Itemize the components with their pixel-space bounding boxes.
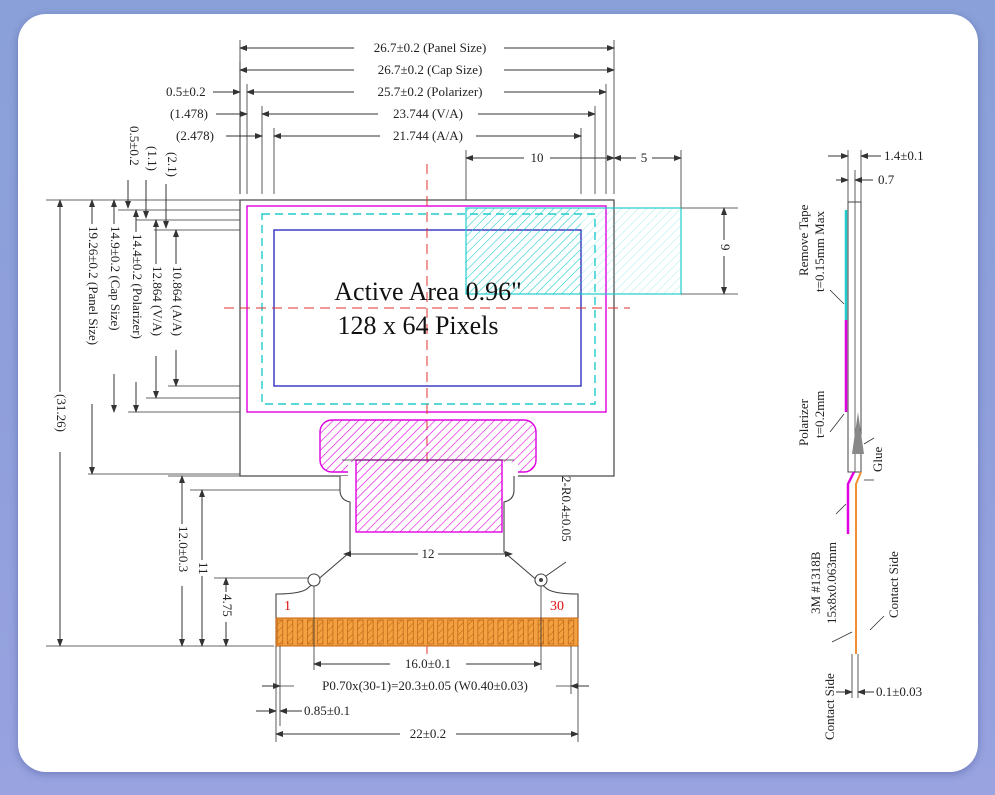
contact-pad-finger [337,619,344,645]
contact-pad-finger [437,619,444,645]
dim-aa-off-v: (2.1) [165,152,180,177]
side-thickness-glass: 0.7 [878,172,895,187]
dim-aa-offset: (2.478) [176,128,214,143]
dim-ten: 10 [531,150,544,165]
label-tape-2: 15x8x0.063mm [824,542,839,624]
contact-pad-finger [377,619,384,645]
dim-aa-v: 10.864 (A/A) [170,266,185,336]
dim-eleven: 11 [196,562,211,575]
top-dimensions: 26.7±0.2 (Panel Size) 26.7±0.2 (Cap Size… [166,40,682,210]
contact-pad-finger [317,619,324,645]
dim-polarizer-offset: 0.5±0.2 [166,84,206,99]
dim-nine: 9 [718,244,733,251]
mechanical-drawing: 26.7±0.2 (Panel Size) 26.7±0.2 (Cap Size… [46,40,924,742]
dim-pol-off-v: 0.5±0.2 [127,126,142,166]
dim-va-v: 12.864 (V/A) [150,266,165,336]
pin-last-label: 30 [550,599,564,614]
contact-pad-finger [467,619,474,645]
contact-pad-finger [507,619,514,645]
dim-panel-v: 19.26±0.2 (Panel Size) [86,226,101,345]
contact-pad-finger [407,619,414,645]
contact-pad-finger [276,619,284,645]
active-area-title: Active Area 0.96" [334,277,522,306]
label-polarizer-1: Polarizer [796,398,811,446]
dim-panel-size: 26.7±0.2 (Panel Size) [374,40,487,55]
dim-edge: 0.85±0.1 [304,703,350,718]
dim-va: 23.744 (V/A) [393,106,463,121]
label-polarizer-2: t=0.2mm [812,391,827,438]
contact-pad-finger [367,619,374,645]
side-fpc-thickness: 0.1±0.03 [876,684,922,699]
dim-cap-v: 14.9±0.2 (Cap Size) [108,226,123,331]
dim-five: 5 [641,150,648,165]
contact-pad-finger [527,619,534,645]
contact-pad-finger [327,619,334,645]
contact-pad-finger [286,619,294,645]
dim-pol-v: 14.4±0.2 (Polarizer) [130,234,145,339]
contact-pad-finger [517,619,524,645]
contact-pad-finger [306,619,314,645]
dim-va-off-v: (1.1) [145,146,160,171]
side-view: 1.4±0.1 0.7 Remove Tape t=0.15mm Max Pol… [796,148,924,740]
label-remove-tape-1: Remove Tape [796,204,811,276]
label-remove-tape-2: t=0.15mm Max [812,211,827,292]
contact-pad-finger [417,619,424,645]
contact-pad-finger [547,619,555,645]
contact-pad-finger [387,619,394,645]
dim-total-v: (31.26) [54,394,69,432]
contact-pad-finger [487,619,494,645]
label-tape-1: 3M #1318B [808,551,823,614]
contact-pad-finger [397,619,404,645]
contact-pad-finger [567,619,575,645]
fpc-tail: 12 2-R0.4±0.05 1 30 [275,419,579,647]
dim-twelve: 12 [422,546,435,561]
contact-pad-finger [347,619,354,645]
label-glue: Glue [870,447,885,473]
dim-cap-size: 26.7±0.2 (Cap Size) [378,62,483,77]
contact-pad-finger [447,619,454,645]
dim-radius: 2-R0.4±0.05 [559,476,574,542]
alignment-hole-left [307,573,321,587]
dim-pad-v: 4.75 [220,594,235,617]
label-contact-side-left: Contact Side [822,673,837,740]
side-stiffener [846,471,856,534]
side-thickness-total: 1.4±0.1 [884,148,924,163]
stiffener-region [355,459,503,533]
contact-pad-finger [296,619,304,645]
dim-aa: 21.744 (A/A) [393,128,463,143]
dim-width: 22±0.2 [410,726,446,741]
active-area-pixels: 128 x 64 Pixels [337,311,498,340]
dim-polarizer: 25.7±0.2 (Polarizer) [378,84,483,99]
dim-fpc-v: 12.0±0.3 [176,526,191,572]
dim-pitch: P0.70x(30-1)=20.3±0.05 (W0.40±0.03) [322,678,528,693]
side-fpc [855,471,862,654]
contact-pad-finger [497,619,504,645]
drawing-sheet: 26.7±0.2 (Panel Size) 26.7±0.2 (Cap Size… [18,14,978,772]
contact-pad-finger [477,619,484,645]
contact-pad-finger [357,619,364,645]
label-contact-side-right: Contact Side [886,551,901,618]
contact-pad-finger [427,619,434,645]
dim-hole-pitch: 16.0±0.1 [405,656,451,671]
contact-pad-finger [557,619,565,645]
pin-first-label: 1 [284,599,291,614]
contact-pad-finger [457,619,464,645]
dim-va-offset: (1.478) [170,106,208,121]
